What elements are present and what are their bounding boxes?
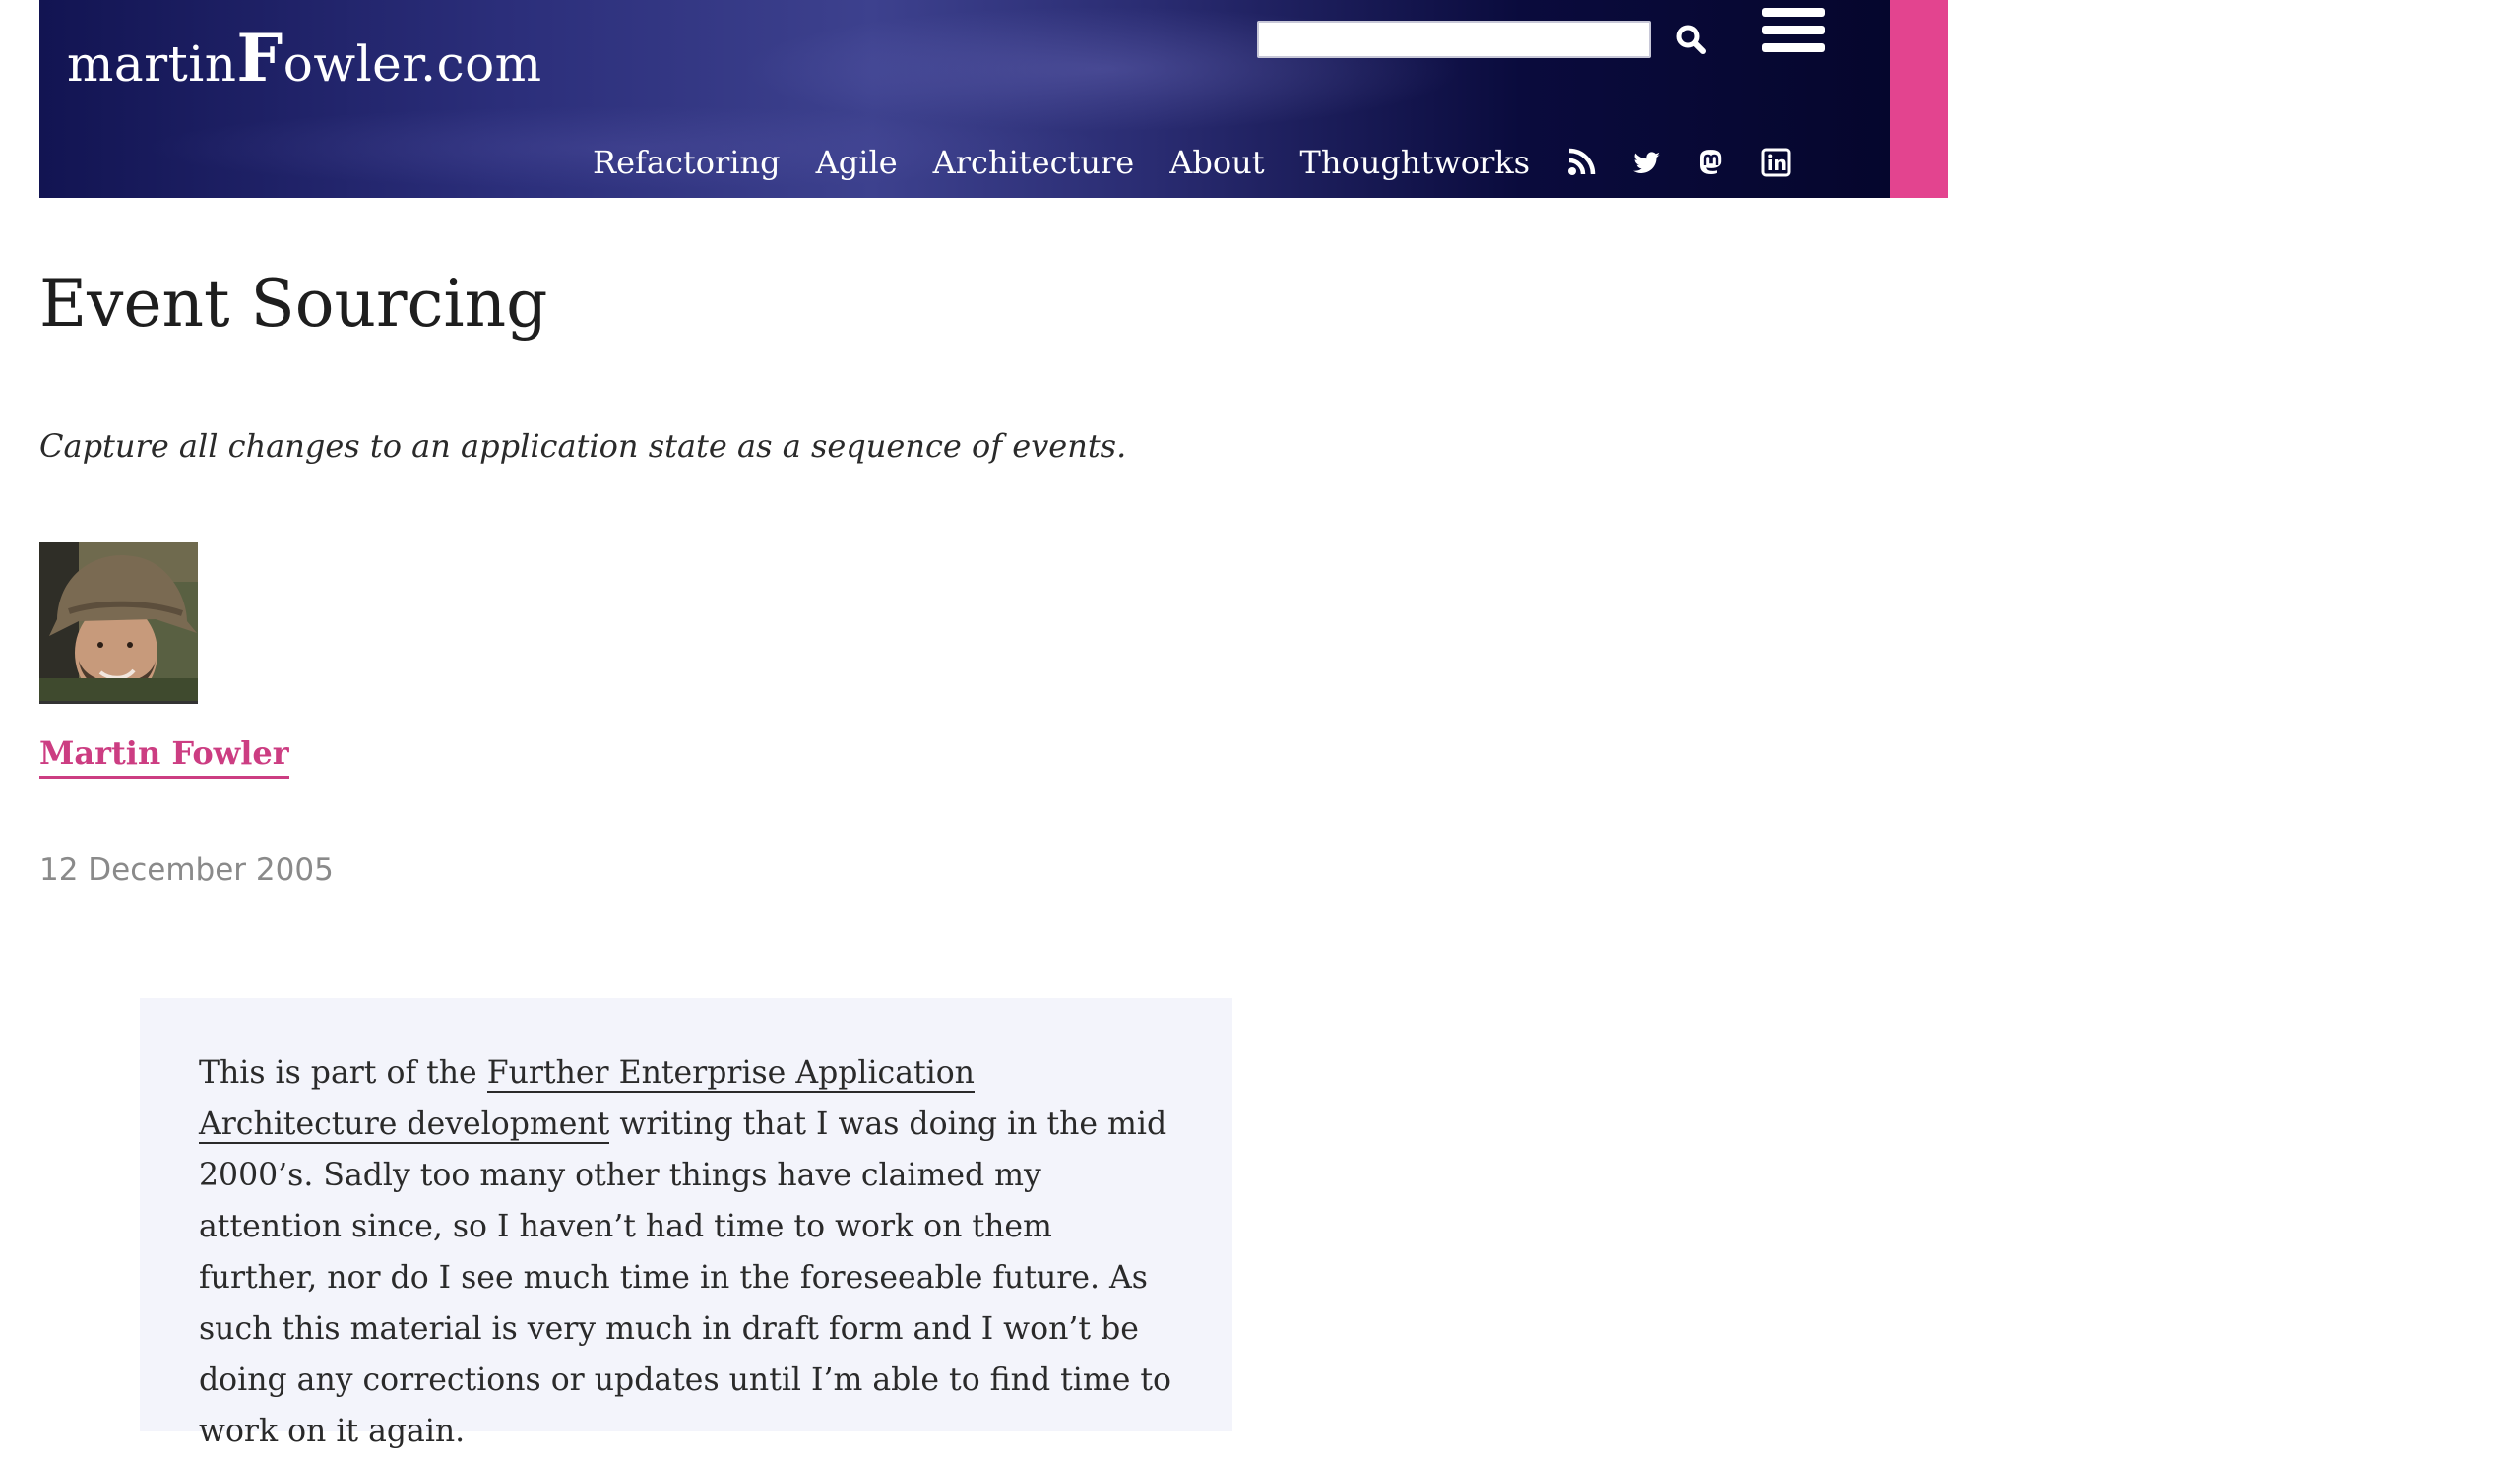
accent-strip (1890, 0, 1948, 198)
search-input[interactable] (1257, 21, 1651, 58)
site-header: martinFowler.com Refactoring Agile Archi… (39, 0, 1890, 198)
mastodon-icon[interactable] (1695, 147, 1727, 178)
nav-thoughtworks[interactable]: Thoughtworks (1300, 144, 1531, 181)
hamburger-menu-icon[interactable] (1762, 8, 1825, 63)
linkedin-icon[interactable] (1760, 147, 1792, 178)
nav-architecture[interactable]: Architecture (933, 144, 1135, 181)
twitter-icon[interactable] (1630, 147, 1662, 178)
rss-icon[interactable] (1565, 147, 1597, 178)
nav-about[interactable]: About (1169, 144, 1264, 181)
author-link[interactable]: Martin Fowler (39, 734, 289, 779)
publish-date: 12 December 2005 (39, 853, 334, 888)
notice-text: This is part of the Further Enterprise A… (199, 1055, 1172, 1449)
site-logo[interactable]: martinFowler.com (67, 20, 542, 96)
main-nav: Refactoring Agile Architecture About Tho… (593, 144, 1825, 181)
search-icon[interactable] (1671, 20, 1711, 59)
author-avatar[interactable] (39, 542, 198, 704)
nav-refactoring[interactable]: Refactoring (593, 144, 781, 181)
nav-agile[interactable]: Agile (816, 144, 898, 181)
article-subtitle: Capture all changes to an application st… (39, 427, 1127, 465)
page-title: Event Sourcing (39, 266, 548, 342)
draft-notice: This is part of the Further Enterprise A… (140, 998, 1232, 1449)
